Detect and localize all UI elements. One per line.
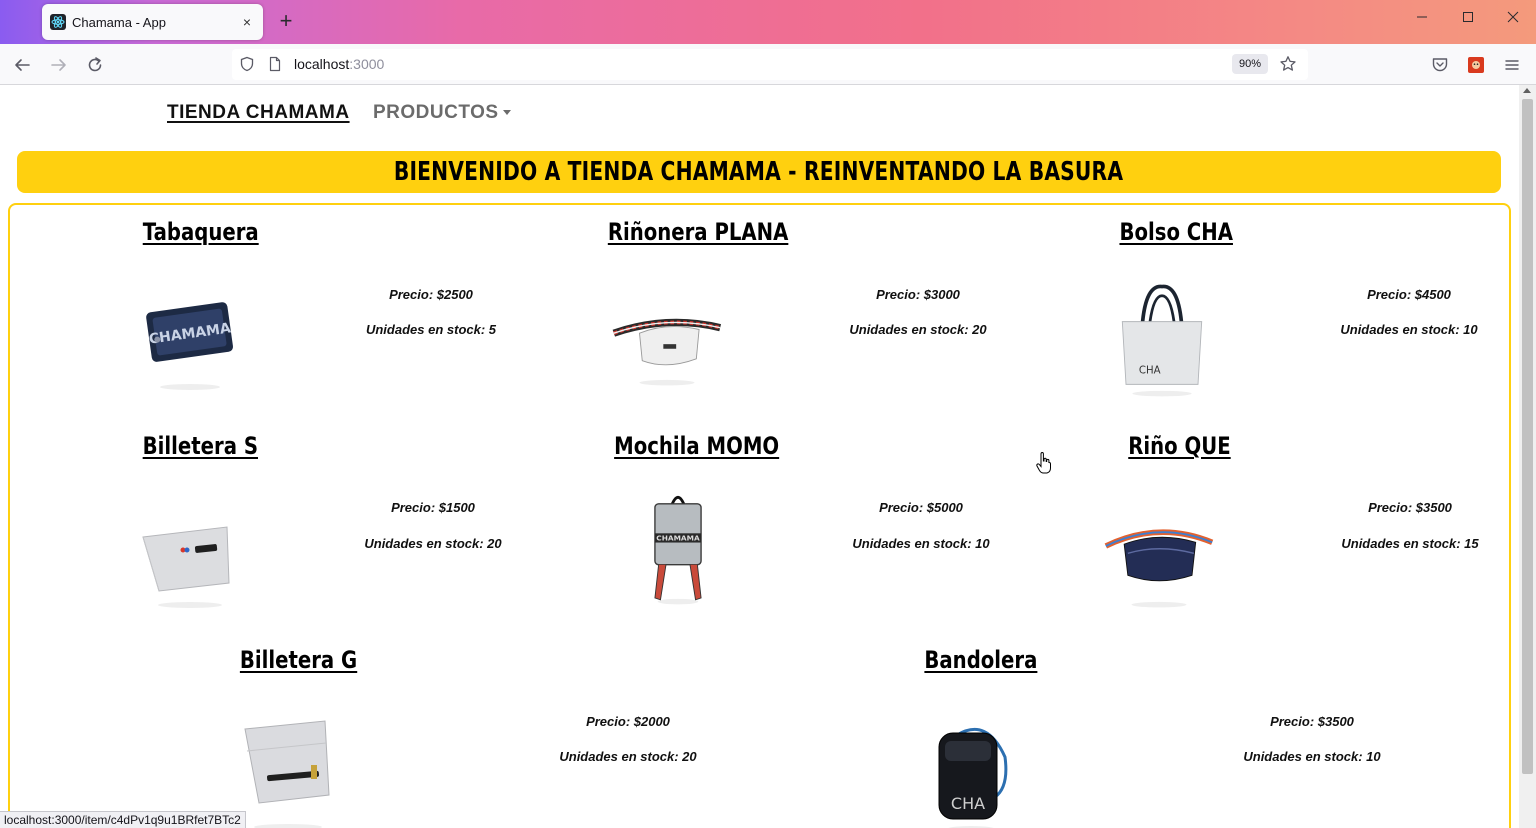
product-stock-rino-que: Unidades en stock: 15 <box>1341 536 1479 551</box>
product-title-billetera-g[interactable]: Billetera G <box>240 646 357 674</box>
browser-titlebar: Chamama - App × + <box>0 0 1536 44</box>
product-title-bandolera[interactable]: Bandolera <box>924 646 1037 674</box>
new-tab-button[interactable]: + <box>276 9 296 33</box>
product-price-tabaquera: Precio: $2500 <box>389 287 473 302</box>
shield-icon[interactable] <box>236 53 258 75</box>
product-title-mochila-momo[interactable]: Mochila MOMO <box>614 432 779 460</box>
product-price-mochila-momo: Precio: $5000 <box>879 500 963 515</box>
zoom-badge[interactable]: 90% <box>1232 54 1268 74</box>
pocket-icon[interactable] <box>1429 54 1451 76</box>
product-title-rino-que[interactable]: Riño QUE <box>1128 432 1230 460</box>
product-title-bolso-cha[interactable]: Bolso CHA <box>1119 218 1233 246</box>
rinonera-plana-image[interactable] <box>612 275 722 395</box>
product-stock-mochila-momo: Unidades en stock: 10 <box>852 536 990 551</box>
page-content: TIENDA CHAMAMA PRODUCTOS BIENVENIDO A TI… <box>0 85 1519 828</box>
site-brand-link[interactable]: TIENDA CHAMAMA <box>167 102 350 124</box>
minimize-icon[interactable] <box>1410 10 1434 28</box>
reload-icon[interactable] <box>84 54 106 76</box>
product-stock-tabaquera: Unidades en stock: 5 <box>365 322 497 337</box>
mochila-momo-image[interactable]: CHAMAMA <box>623 489 733 609</box>
back-arrow-icon[interactable] <box>11 54 33 76</box>
product-price-billetera-g: Precio: $2000 <box>586 714 670 729</box>
bolso-cha-logo-text: CHA <box>1139 365 1161 376</box>
product-title-billetera-s[interactable]: Billetera S <box>143 432 258 460</box>
productos-dropdown[interactable]: PRODUCTOS <box>373 102 511 124</box>
mochila-logo-text: CHAMAMA <box>656 534 700 543</box>
scrollbar-thumb[interactable] <box>1522 99 1533 774</box>
product-stock-billetera-s: Unidades en stock: 20 <box>364 536 502 551</box>
product-stock-billetera-g: Unidades en stock: 20 <box>559 749 697 764</box>
browser-toolbar: localhost:3000 90% <box>0 44 1536 85</box>
bookmark-star-icon[interactable] <box>1277 53 1299 75</box>
page-scrollbar[interactable] <box>1519 85 1536 828</box>
maximize-icon[interactable] <box>1456 10 1480 28</box>
caret-down-icon <box>502 110 511 116</box>
rino-que-image[interactable] <box>1104 497 1214 617</box>
url-bar[interactable]: localhost:3000 90% <box>232 49 1308 80</box>
page-icon[interactable] <box>264 53 286 75</box>
product-title-tabaquera[interactable]: Tabaquera <box>143 218 259 246</box>
status-bar-url: localhost:3000/item/c4dPv1q9u1BRfet7BTc2 <box>0 811 246 828</box>
billetera-g-image[interactable] <box>233 711 343 828</box>
close-window-icon[interactable] <box>1501 10 1525 28</box>
scroll-up-arrow-icon[interactable] <box>1523 88 1531 93</box>
banner-text: BIENVENIDO A TIENDA CHAMAMA - REINVENTAN… <box>394 157 1124 187</box>
productos-label: PRODUCTOS <box>373 102 499 123</box>
tab-title: Chamama - App <box>72 14 166 30</box>
forward-arrow-icon[interactable] <box>48 54 70 76</box>
product-price-billetera-s: Precio: $1500 <box>391 500 475 515</box>
product-price-bolso-cha: Precio: $4500 <box>1367 287 1451 302</box>
product-price-rino-que: Precio: $3500 <box>1368 500 1452 515</box>
react-logo-icon <box>50 14 66 30</box>
hamburger-menu-icon[interactable] <box>1501 54 1523 76</box>
bandolera-image[interactable]: CHA <box>917 717 1027 828</box>
tab-close-icon[interactable]: × <box>239 14 255 30</box>
url-text: localhost:3000 <box>294 56 385 72</box>
billetera-s-image[interactable] <box>135 497 245 617</box>
product-price-rinonera-plana: Precio: $3000 <box>876 287 960 302</box>
browser-tab-chamama[interactable]: Chamama - App × <box>42 4 263 40</box>
welcome-banner: BIENVENIDO A TIENDA CHAMAMA - REINVENTAN… <box>17 151 1501 193</box>
tabaquera-image[interactable]: CHAMAMA <box>135 275 245 395</box>
bolso-cha-image[interactable]: CHA <box>1107 281 1217 401</box>
hand-pointer-cursor-icon <box>1036 452 1051 474</box>
product-price-bandolera: Precio: $3500 <box>1270 714 1354 729</box>
product-title-rinonera-plana[interactable]: Riñonera PLANA <box>608 218 789 246</box>
extension-icon[interactable] <box>1465 54 1487 76</box>
product-stock-bandolera: Unidades en stock: 10 <box>1243 749 1381 764</box>
product-stock-rinonera-plana: Unidades en stock: 20 <box>849 322 987 337</box>
product-stock-bolso-cha: Unidades en stock: 10 <box>1340 322 1478 337</box>
bandolera-logo-text: CHA <box>951 794 985 813</box>
